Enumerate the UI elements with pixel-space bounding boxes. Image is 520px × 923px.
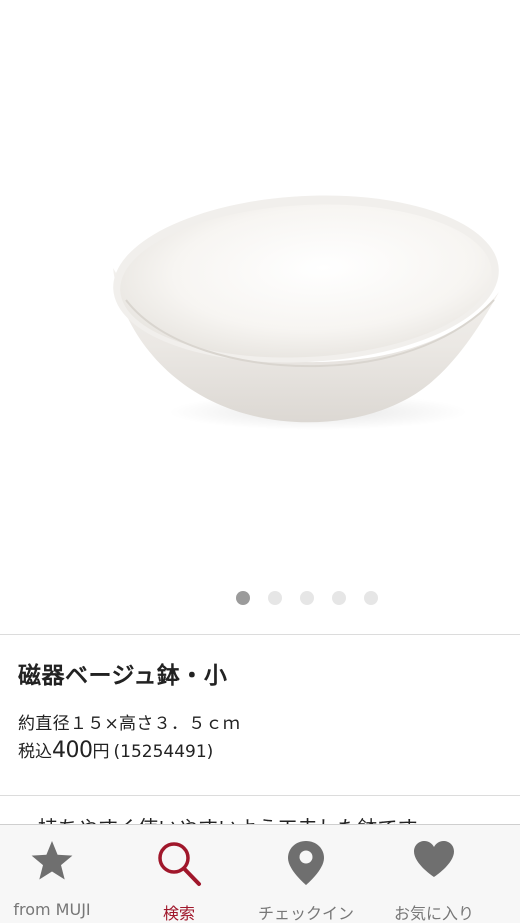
map-pin-icon (242, 839, 370, 889)
star-icon (0, 839, 116, 889)
heart-icon (370, 839, 498, 889)
tab-label: お気に入り (393, 904, 474, 923)
page-dot-3[interactable] (300, 591, 314, 605)
page-dot-1[interactable] (236, 591, 250, 605)
page-dot-5[interactable] (364, 591, 378, 605)
product-size: 約直径１５×高さ３．５ｃｍ (18, 714, 241, 734)
tab-from-muji[interactable]: from MUJI (0, 825, 116, 923)
tab-label: チェックイン (257, 904, 354, 923)
search-icon (115, 839, 243, 889)
page-dot-4[interactable] (332, 591, 346, 605)
tab-label: 検索 (162, 904, 195, 923)
product-code: (15254491) (113, 742, 214, 762)
bottom-tab-bar: from MUJI 検索 チェックイン お気に入り (0, 824, 520, 923)
product-title: 磁器ベージュ鉢・小 (18, 663, 228, 689)
page-dot-2[interactable] (268, 591, 282, 605)
price-value: 400 (52, 738, 93, 763)
image-page-indicator[interactable] (0, 591, 520, 605)
product-photo-bowl (113, 195, 499, 430)
divider-middle (0, 795, 520, 796)
price-prefix: 税込 (18, 742, 52, 762)
tab-favorites[interactable]: お気に入り (370, 825, 498, 923)
product-image-gallery[interactable] (0, 0, 520, 580)
product-detail-screen: 磁器ベージュ鉢・小 約直径１５×高さ３．５ｃｍ 税込400円 (15254491)… (0, 0, 520, 923)
price-line: 税込400円 (15254491) (18, 737, 213, 763)
divider-top (0, 634, 520, 635)
tab-label: from MUJI (13, 900, 91, 919)
price-unit: 円 (92, 742, 110, 762)
tab-check-in[interactable]: チェックイン (242, 825, 370, 923)
tab-search[interactable]: 検索 (115, 825, 243, 923)
